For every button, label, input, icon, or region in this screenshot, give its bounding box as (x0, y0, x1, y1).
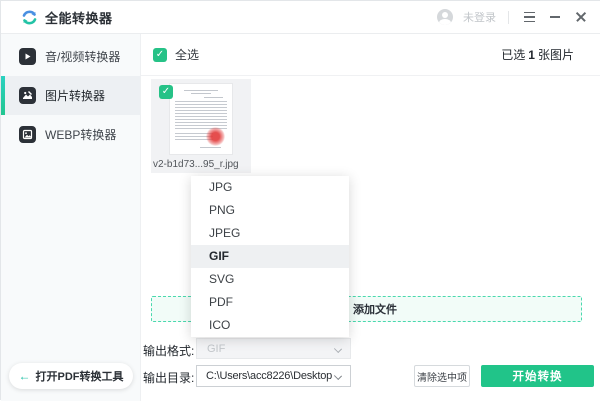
output-format-value: GIF (207, 342, 226, 355)
chevron-down-icon (333, 371, 343, 381)
thumb-paragraph (174, 101, 228, 131)
selected-count: 1 (528, 48, 535, 62)
format-option-jpeg[interactable]: JPEG (191, 222, 349, 245)
start-convert-button[interactable]: 开始转换 (481, 365, 594, 387)
format-option-jpg[interactable]: JPG (191, 176, 349, 199)
format-option-gif[interactable]: GIF (191, 245, 349, 268)
format-option-ico[interactable]: ICO (191, 314, 349, 337)
file-thumbnail (169, 83, 233, 155)
select-all-label: 全选 (175, 48, 200, 62)
file-checkbox[interactable] (159, 85, 173, 99)
audio-video-icon (19, 48, 36, 65)
add-file-label: 添加文件 (353, 304, 397, 316)
select-all[interactable]: 全选 (153, 46, 199, 63)
format-option-png[interactable]: PNG (191, 199, 349, 222)
sidebar-items: 音/视频转换器 图片转换器 WEBP转换器 (1, 34, 140, 154)
window-controls: 未登录 (437, 9, 589, 25)
user-avatar-icon[interactable] (437, 9, 453, 25)
format-dropdown-menu: JPG PNG JPEG GIF SVG PDF ICO (191, 176, 349, 337)
app-title: 全能转换器 (45, 10, 113, 26)
file-name: v2-b1d73...95_r.jpg (153, 159, 239, 170)
output-format-label: 输出格式: (143, 344, 195, 358)
red-stamp (206, 127, 225, 146)
sidebar: 音/视频转换器 图片转换器 WEBP转换器 ← 打开PDF转换工具 (1, 34, 141, 401)
chevron-down-icon (333, 344, 343, 354)
sidebar-item-label: WEBP转换器 (45, 128, 117, 142)
format-option-pdf[interactable]: PDF (191, 291, 349, 314)
output-dir-label: 输出目录: (143, 371, 195, 385)
output-format-select[interactable]: GIF (196, 338, 351, 359)
thumb-line (199, 147, 222, 148)
app-logo-icon (22, 10, 37, 24)
select-all-checkbox[interactable] (153, 47, 167, 62)
sidebar-item-audio-video-converter[interactable]: 音/视频转换器 (1, 37, 140, 76)
sidebar-item-image-converter[interactable]: 图片转换器 (1, 76, 140, 115)
open-pdf-tool-button[interactable]: 打开PDF转换工具 (9, 363, 133, 389)
open-pdf-tool-label: 打开PDF转换工具 (35, 371, 124, 383)
image-icon (19, 87, 36, 104)
webp-icon (19, 126, 36, 143)
format-option-svg[interactable]: SVG (191, 268, 349, 291)
sidebar-item-webp-converter[interactable]: WEBP转换器 (1, 115, 140, 154)
output-dir-select[interactable]: C:\Users\acc8226\Desktop (196, 365, 351, 387)
thumb-line (191, 93, 211, 94)
main-panel: 全选 已选1张图片 v2-b1d73...95_r.jpg 添加文件 (141, 34, 600, 401)
selected-suffix: 张图片 (537, 48, 574, 62)
clear-selected-button[interactable]: 清除选中项 (414, 365, 470, 387)
app-window: 全能转换器 未登录 音/视频转换器 图片转换器 WEBP转换器 ← 打开PDF转… (0, 0, 600, 401)
login-status[interactable]: 未登录 (463, 9, 496, 25)
titlebar-divider (508, 10, 509, 24)
thumb-line (183, 90, 219, 91)
selection-toolbar: 全选 已选1张图片 (141, 34, 600, 76)
thumb-line (204, 97, 223, 98)
output-dir-value: C:\Users\acc8226\Desktop (206, 370, 333, 382)
app-identity: 全能转换器 (21, 8, 113, 27)
selected-count-info: 已选 1 张图片 (501, 46, 574, 63)
selected-prefix: 已选 (501, 48, 526, 62)
file-card[interactable]: v2-b1d73...95_r.jpg (151, 79, 251, 173)
minimize-icon[interactable] (547, 9, 563, 25)
back-arrow-icon (19, 369, 31, 383)
sidebar-item-label: 音/视频转换器 (45, 50, 121, 64)
title-bar: 全能转换器 未登录 (1, 1, 600, 34)
close-icon[interactable] (573, 9, 589, 25)
sidebar-item-label: 图片转换器 (45, 89, 106, 103)
menu-icon[interactable] (521, 9, 537, 25)
